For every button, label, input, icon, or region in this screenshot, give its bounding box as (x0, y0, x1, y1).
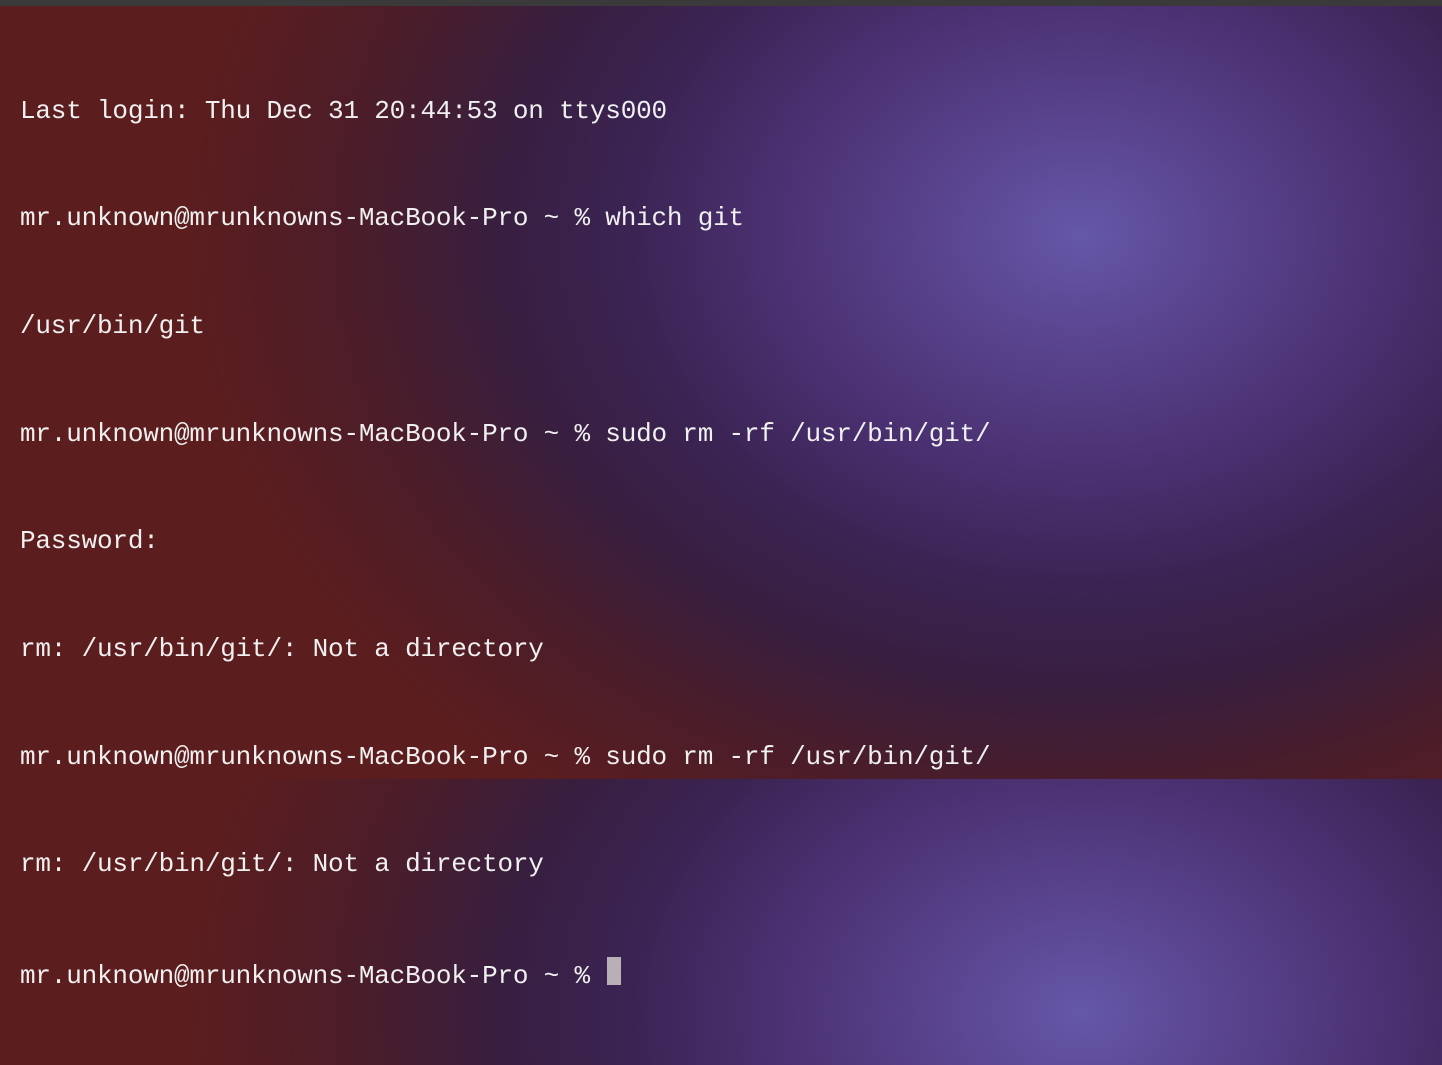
error-output: rm: /usr/bin/git/: Not a directory (20, 847, 1422, 883)
shell-prompt: mr.unknown@mrunknowns-MacBook-Pro ~ % (20, 417, 605, 453)
command-line: mr.unknown@mrunknowns-MacBook-Pro ~ % su… (20, 417, 1422, 453)
command-text: which git (605, 201, 744, 237)
terminal-window[interactable]: Last login: Thu Dec 31 20:44:53 on ttys0… (0, 0, 1442, 779)
cursor-block (607, 957, 621, 985)
terminal-output-area[interactable]: Last login: Thu Dec 31 20:44:53 on ttys0… (20, 22, 1422, 1065)
error-output: rm: /usr/bin/git/: Not a directory (20, 632, 1422, 668)
password-prompt: Password: (20, 524, 1422, 560)
shell-prompt: mr.unknown@mrunknowns-MacBook-Pro ~ % (20, 959, 605, 995)
active-command-line[interactable]: mr.unknown@mrunknowns-MacBook-Pro ~ % (20, 955, 1422, 995)
output-line: /usr/bin/git (20, 309, 1422, 345)
shell-prompt: mr.unknown@mrunknowns-MacBook-Pro ~ % (20, 201, 605, 237)
shell-prompt: mr.unknown@mrunknowns-MacBook-Pro ~ % (20, 740, 605, 776)
command-text: sudo rm -rf /usr/bin/git/ (605, 740, 990, 776)
login-message: Last login: Thu Dec 31 20:44:53 on ttys0… (20, 94, 1422, 130)
command-line: mr.unknown@mrunknowns-MacBook-Pro ~ % su… (20, 740, 1422, 776)
command-line: mr.unknown@mrunknowns-MacBook-Pro ~ % wh… (20, 201, 1422, 237)
command-text: sudo rm -rf /usr/bin/git/ (605, 417, 990, 453)
